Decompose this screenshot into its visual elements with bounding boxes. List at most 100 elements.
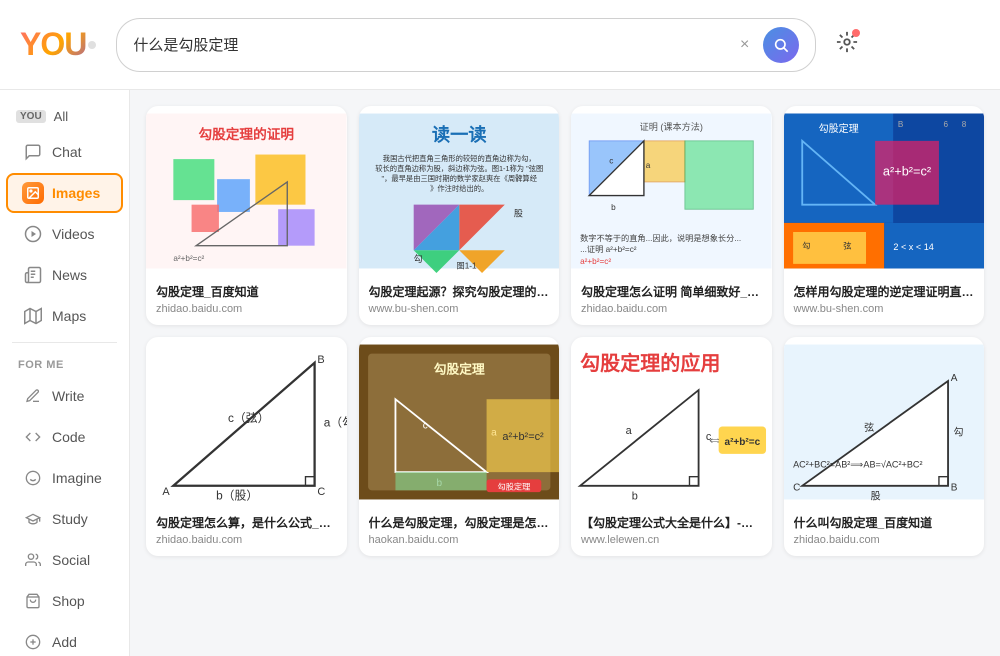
sidebar-item-all[interactable]: YOU All: [0, 102, 129, 131]
svg-text:...证明 a²+b²=c²: ...证明 a²+b²=c²: [580, 245, 637, 254]
imagine-icon: [22, 467, 44, 489]
result-card-4[interactable]: 勾股定理 a²+b²=c² B 6 8 勾 弦 2: [784, 106, 985, 325]
card-image-1: 勾股定理的证明 a²+b²=c²: [146, 106, 347, 276]
sidebar-item-social[interactable]: Social: [6, 540, 123, 580]
card-domain-6: haokan.baidu.com: [369, 534, 550, 546]
svg-text:勾股定理: 勾股定理: [433, 361, 484, 376]
svg-text:6: 6: [943, 120, 948, 129]
svg-text:B: B: [950, 482, 957, 493]
code-label: Code: [52, 429, 85, 445]
svg-text:b（股）: b（股）: [216, 488, 258, 502]
news-icon: [22, 264, 44, 286]
all-label: All: [54, 109, 68, 124]
card-title-6: 什么是勾股定理，勾股定理是怎么算出来的，你会了吗_好看视频: [369, 515, 550, 532]
filter-button[interactable]: [832, 27, 862, 63]
shop-label: Shop: [52, 593, 85, 609]
search-input[interactable]: [133, 36, 726, 53]
card-title-8: 什么叫勾股定理_百度知道: [794, 515, 975, 532]
svg-text:a²+b²=c²: a²+b²=c²: [882, 164, 930, 179]
svg-text:b: b: [611, 203, 616, 212]
svg-text:我国古代把直角三角形的较短的直角边称为勾，: 我国古代把直角三角形的较短的直角边称为勾，: [382, 154, 535, 163]
svg-text:c: c: [422, 420, 427, 431]
svg-text:a²+b²=c²: a²+b²=c²: [502, 431, 544, 443]
shop-icon: [22, 590, 44, 612]
svg-text:a²+b²=c²: a²+b²=c²: [580, 257, 611, 266]
card-domain-7: www.lelewen.cn: [581, 534, 762, 546]
result-card-3[interactable]: 证明 (课本方法) b a c 数字不等于的直角...因此，说明是想象长分...…: [571, 106, 772, 325]
svg-text:证明 (课本方法): 证明 (课本方法): [640, 121, 703, 132]
svg-text:勾: 勾: [802, 240, 810, 250]
card-image-7: 勾股定理的应用 b c a ⇔ a²+b²=c: [571, 337, 772, 507]
divider: [12, 342, 117, 343]
sidebar-item-code[interactable]: Code: [6, 417, 123, 457]
card-image-3: 证明 (课本方法) b a c 数字不等于的直角...因此，说明是想象长分...…: [571, 106, 772, 276]
svg-text:B: B: [317, 354, 324, 366]
svg-text:》作注时给出的。: 》作注时给出的。: [430, 184, 488, 193]
svg-text:"，最早是由三国时期的数学家赵爽在《周髀算经: "，最早是由三国时期的数学家赵爽在《周髀算经: [381, 174, 537, 183]
svg-text:勾股定理: 勾股定理: [497, 481, 530, 491]
card-info-4: 怎样用勾股定理的逆定理证明直角三角形-证明勾股定理的逆定理 www.bu-she…: [784, 276, 985, 325]
card-domain-8: zhidao.baidu.com: [794, 534, 975, 546]
card-info-6: 什么是勾股定理，勾股定理是怎么算出来的，你会了吗_好看视频 haokan.bai…: [359, 507, 560, 556]
maps-label: Maps: [52, 308, 86, 324]
card-title-7: 【勾股定理公式大全是什么】-乐乐何答: [581, 515, 762, 532]
sidebar: YOU All Chat Images: [0, 90, 130, 656]
social-label: Social: [52, 552, 90, 568]
card-title-1: 勾股定理_百度知道: [156, 284, 337, 301]
code-icon: [22, 426, 44, 448]
card-domain-4: www.bu-shen.com: [794, 303, 975, 315]
svg-text:a（勾）: a（勾）: [324, 415, 347, 429]
card-info-7: 【勾股定理公式大全是什么】-乐乐何答 www.lelewen.cn: [571, 507, 772, 556]
sidebar-item-study[interactable]: Study: [6, 499, 123, 539]
sidebar-item-images[interactable]: Images: [6, 173, 123, 213]
card-domain-3: zhidao.baidu.com: [581, 303, 762, 315]
videos-icon: [22, 223, 44, 245]
card-info-3: 勾股定理怎么证明 简单细致好_百度知道 zhidao.baidu.com: [571, 276, 772, 325]
maps-icon: [22, 305, 44, 327]
main-layout: YOU All Chat Images: [0, 90, 1000, 656]
svg-text:A: A: [950, 373, 957, 384]
card-info-5: 勾股定理怎么算，是什么公式_百度知道 zhidao.baidu.com: [146, 507, 347, 556]
svg-text:2 < x < 14: 2 < x < 14: [893, 242, 934, 252]
search-button[interactable]: [763, 27, 799, 63]
add-label: Add: [52, 634, 77, 650]
result-card-7[interactable]: 勾股定理的应用 b c a ⇔ a²+b²=c: [571, 337, 772, 556]
svg-text:数字不等于的直角...因此，说明是想象长分...: 数字不等于的直角...因此，说明是想象长分...: [580, 233, 741, 243]
card-title-2: 勾股定理起源？探究勾股定理的起源写一篇议论文: [369, 284, 550, 301]
images-icon: [22, 182, 44, 204]
svg-text:A: A: [162, 486, 170, 498]
sidebar-item-chat[interactable]: Chat: [6, 132, 123, 172]
svg-text:a²+b²=c²: a²+b²=c²: [173, 254, 204, 263]
result-card-6[interactable]: 勾股定理 b a c a²+b²=c² 勾股定理: [359, 337, 560, 556]
card-image-8: C B A 股 勾 弦 AC²+BC²=AB²⟹AB=√AC²+BC²: [784, 337, 985, 507]
svg-text:c（弦）: c（弦）: [228, 411, 269, 425]
result-card-5[interactable]: b（股） a（勾） c（弦） A C B 勾股定理怎么算，是什么公式_百度知道 …: [146, 337, 347, 556]
sidebar-item-news[interactable]: News: [6, 255, 123, 295]
content-area: 勾股定理的证明 a²+b²=c² 勾股定理_百度知道 zhidao.b: [130, 90, 1000, 656]
card-title-5: 勾股定理怎么算，是什么公式_百度知道: [156, 515, 337, 532]
card-image-5: b（股） a（勾） c（弦） A C B: [146, 337, 347, 507]
sidebar-item-maps[interactable]: Maps: [6, 296, 123, 336]
images-label: Images: [52, 185, 100, 201]
svg-text:C: C: [793, 482, 800, 493]
sidebar-item-add[interactable]: Add: [6, 622, 123, 656]
svg-text:图1-1: 图1-1: [456, 261, 476, 270]
svg-text:8: 8: [961, 120, 966, 129]
card-domain-2: www.bu-shen.com: [369, 303, 550, 315]
clear-icon[interactable]: ×: [734, 34, 755, 56]
svg-text:a: a: [646, 161, 651, 170]
svg-text:弦: 弦: [843, 240, 851, 250]
videos-label: Videos: [52, 226, 95, 242]
result-card-1[interactable]: 勾股定理的证明 a²+b²=c² 勾股定理_百度知道 zhidao.b: [146, 106, 347, 325]
sidebar-item-shop[interactable]: Shop: [6, 581, 123, 621]
sidebar-item-videos[interactable]: Videos: [6, 214, 123, 254]
svg-text:勾股定理的应用: 勾股定理的应用: [580, 351, 720, 375]
sidebar-item-imagine[interactable]: Imagine: [6, 458, 123, 498]
sidebar-item-write[interactable]: Write: [6, 376, 123, 416]
social-icon: [22, 549, 44, 571]
card-info-1: 勾股定理_百度知道 zhidao.baidu.com: [146, 276, 347, 325]
svg-text:勾: 勾: [413, 253, 422, 264]
result-card-8[interactable]: C B A 股 勾 弦 AC²+BC²=AB²⟹AB=√AC²+BC² 什么叫勾…: [784, 337, 985, 556]
study-icon: [22, 508, 44, 530]
result-card-2[interactable]: 读一读 我国古代把直角三角形的较短的直角边称为勾， 较长的直角边称为股，斜边称为…: [359, 106, 560, 325]
